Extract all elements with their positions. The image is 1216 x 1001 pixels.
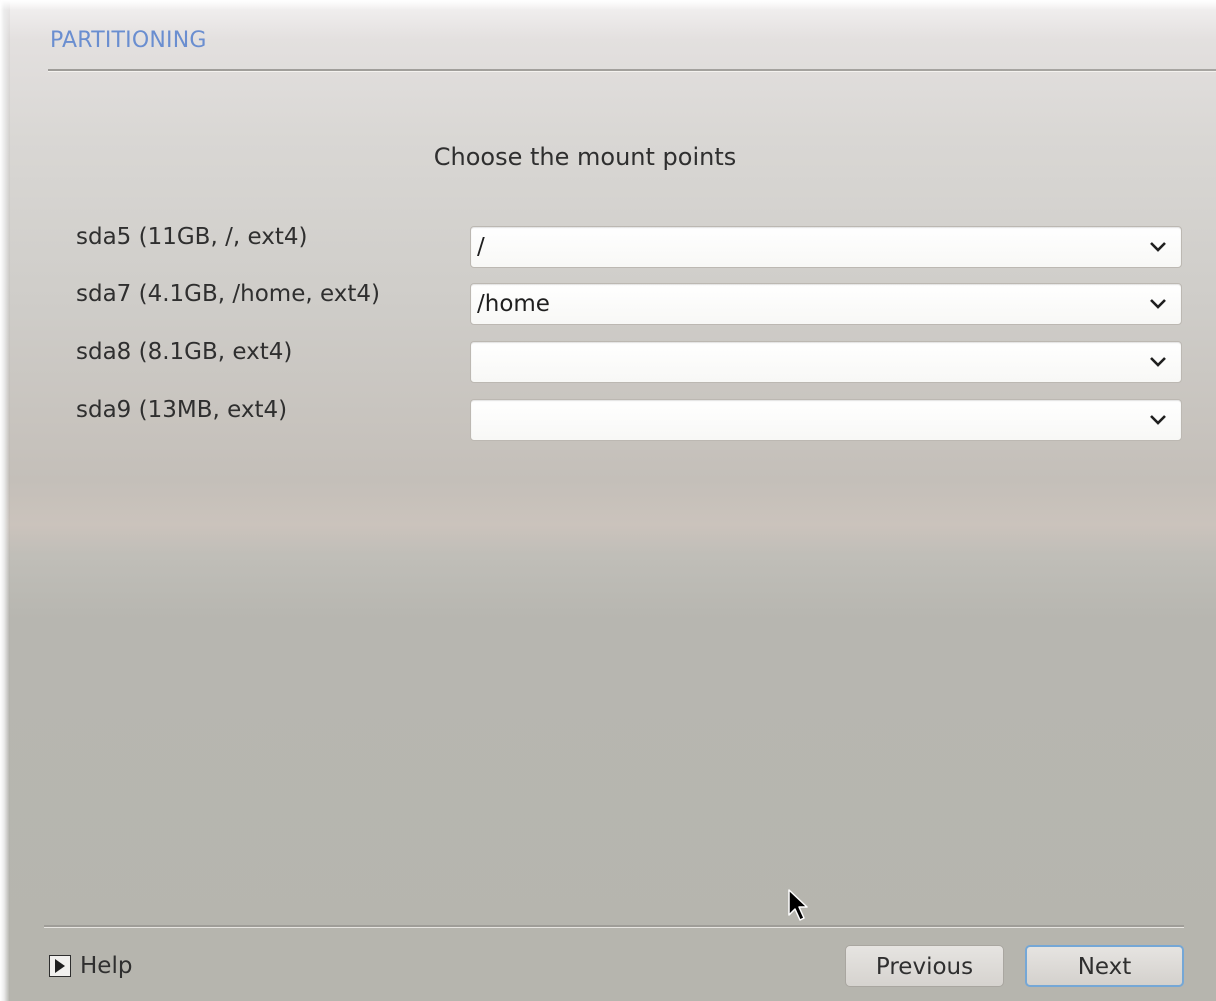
footer-divider	[44, 925, 1184, 928]
help-label: Help	[80, 953, 133, 979]
partition-label-sda7: sda7 (4.1GB, /home, ext4)	[76, 281, 380, 307]
help-expander[interactable]: Help	[49, 953, 132, 979]
title-divider	[48, 69, 1216, 72]
next-button[interactable]: Next	[1025, 945, 1184, 987]
mount-point-select-sda9[interactable]	[470, 399, 1182, 441]
disclosure-triangle-icon	[49, 955, 71, 977]
partition-label-sda8: sda8 (8.1GB, ext4)	[76, 339, 293, 365]
page-title: PARTITIONING	[50, 28, 207, 53]
mount-point-select-sda5[interactable]: /	[470, 226, 1182, 268]
partition-label-sda9: sda9 (13MB, ext4)	[76, 397, 288, 423]
installer-window: PARTITIONING Choose the mount points sda…	[0, 0, 1216, 1001]
chevron-down-icon	[1150, 415, 1166, 425]
previous-button[interactable]: Previous	[845, 945, 1004, 987]
mount-point-value: /home	[477, 291, 550, 317]
instruction-text: Choose the mount points	[433, 143, 737, 171]
mount-point-value: /	[477, 234, 485, 260]
mount-point-select-sda8[interactable]	[470, 341, 1182, 383]
chevron-down-icon	[1150, 299, 1166, 309]
mount-point-select-sda7[interactable]: /home	[470, 283, 1182, 325]
chevron-down-icon	[1150, 357, 1166, 367]
window-edge-top	[0, 0, 1216, 10]
partition-label-sda5: sda5 (11GB, /, ext4)	[76, 224, 308, 250]
mouse-pointer-icon	[788, 889, 808, 921]
chevron-down-icon	[1150, 242, 1166, 252]
